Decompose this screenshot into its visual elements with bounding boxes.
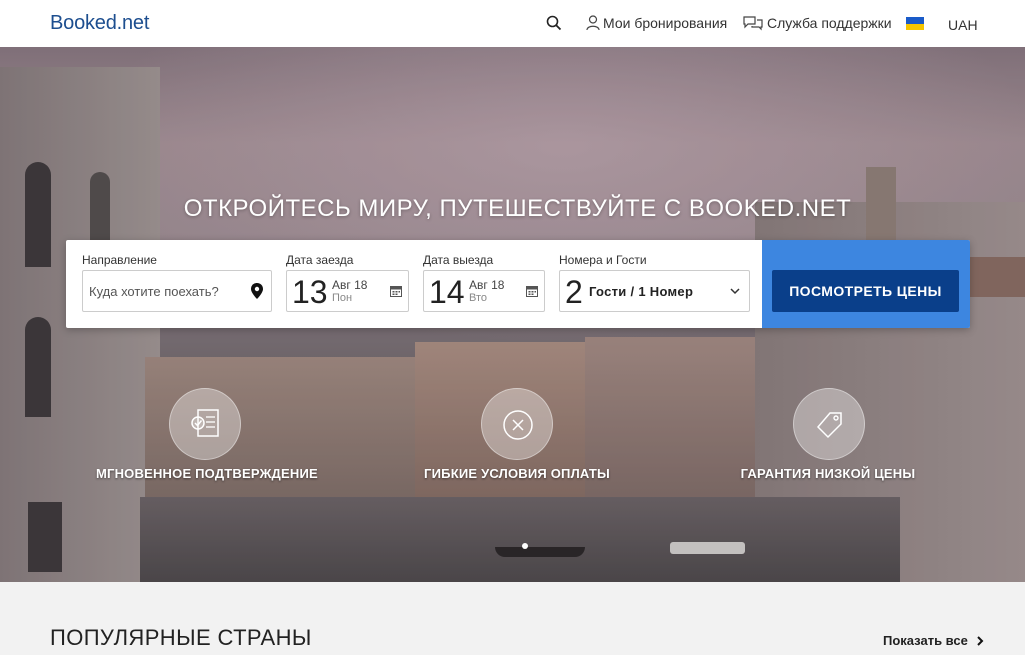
destination-placeholder: Куда хотите поехать? xyxy=(89,284,219,299)
show-all-label: Показать все xyxy=(883,633,968,648)
my-bookings-link[interactable]: Мои бронирования xyxy=(586,15,727,31)
currency-selector[interactable]: UAH xyxy=(948,17,978,33)
search-icon[interactable] xyxy=(546,15,562,31)
feature-label-price: ГАРАНТИЯ НИЗКОЙ ЦЕНЫ xyxy=(740,466,916,481)
low-price-badge xyxy=(793,388,865,460)
carousel-dot-active[interactable] xyxy=(522,543,528,549)
calendar-icon xyxy=(526,286,538,297)
show-all-link[interactable]: Показать все xyxy=(883,633,984,648)
hero-headline: ОТКРОЙТЕСЬ МИРУ, ПУТЕШЕСТВУЙТЕ С BOOKED.… xyxy=(183,195,852,222)
rooms-guests-label: Номера и Гости xyxy=(559,253,647,267)
my-bookings-label: Мои бронирования xyxy=(603,15,728,31)
support-link[interactable]: Служба поддержки xyxy=(742,15,892,31)
popular-countries-section: ПОПУЛЯРНЫЕ СТРАНЫ Показать все xyxy=(0,582,1025,655)
chat-bubbles-icon xyxy=(743,16,763,31)
chevron-right-icon xyxy=(977,635,984,646)
checkin-date-picker[interactable]: 13 Авг 18 Пон xyxy=(286,270,409,312)
rooms-guests-select[interactable]: 2 Гости / 1 Номер xyxy=(559,270,750,312)
checkin-label: Дата заезда xyxy=(286,253,354,267)
feature-label-flexible: ГИБКИЕ УСЛОВИЯ ОПЛАТЫ xyxy=(424,466,610,481)
hero-banner: ОТКРОЙТЕСЬ МИРУ, ПУТЕШЕСТВУЙТЕ С BOOKED.… xyxy=(0,47,1025,582)
price-tag-icon xyxy=(816,412,842,439)
checkout-month: Авг 18 xyxy=(469,278,505,292)
checkout-date-picker[interactable]: 14 Авг 18 Вто xyxy=(423,270,545,312)
checkin-weekday: Пон xyxy=(332,292,353,304)
user-icon xyxy=(586,15,600,31)
ukraine-flag-icon[interactable] xyxy=(906,17,924,30)
section-title: ПОПУЛЯРНЫЕ СТРАНЫ xyxy=(50,625,312,650)
flexible-payment-badge xyxy=(481,388,553,460)
checkout-label: Дата выезда xyxy=(423,253,494,267)
document-check-icon xyxy=(191,409,219,437)
guests-count: 2 xyxy=(565,274,583,310)
destination-input[interactable]: Куда хотите поехать? xyxy=(82,270,272,312)
cta-panel: ПОСМОТРЕТЬ ЦЕНЫ xyxy=(762,240,970,328)
chevron-down-icon xyxy=(730,288,740,295)
checkin-month: Авг 18 xyxy=(332,278,368,292)
guests-rooms-text: Гости / 1 Номер xyxy=(589,284,694,299)
checkout-weekday: Вто xyxy=(469,292,488,304)
view-prices-button[interactable]: ПОСМОТРЕТЬ ЦЕНЫ xyxy=(772,270,959,312)
site-logo[interactable]: Booked.net xyxy=(50,12,149,35)
checkin-day: 13 xyxy=(292,274,328,310)
destination-label: Направление xyxy=(82,253,157,267)
feature-label-instant: МГНОВЕННОЕ ПОДТВЕРЖДЕНИЕ xyxy=(96,466,318,481)
map-pin-icon xyxy=(251,283,263,299)
calendar-icon xyxy=(390,286,402,297)
support-label: Служба поддержки xyxy=(767,15,892,31)
top-header: Booked.net Мои бронирования Служба подде… xyxy=(0,0,1025,47)
hotel-search-form: Направление Куда хотите поехать? Дата за… xyxy=(66,240,970,328)
cancel-circle-icon xyxy=(503,410,533,440)
instant-confirmation-badge xyxy=(169,388,241,460)
checkout-day: 14 xyxy=(429,274,465,310)
